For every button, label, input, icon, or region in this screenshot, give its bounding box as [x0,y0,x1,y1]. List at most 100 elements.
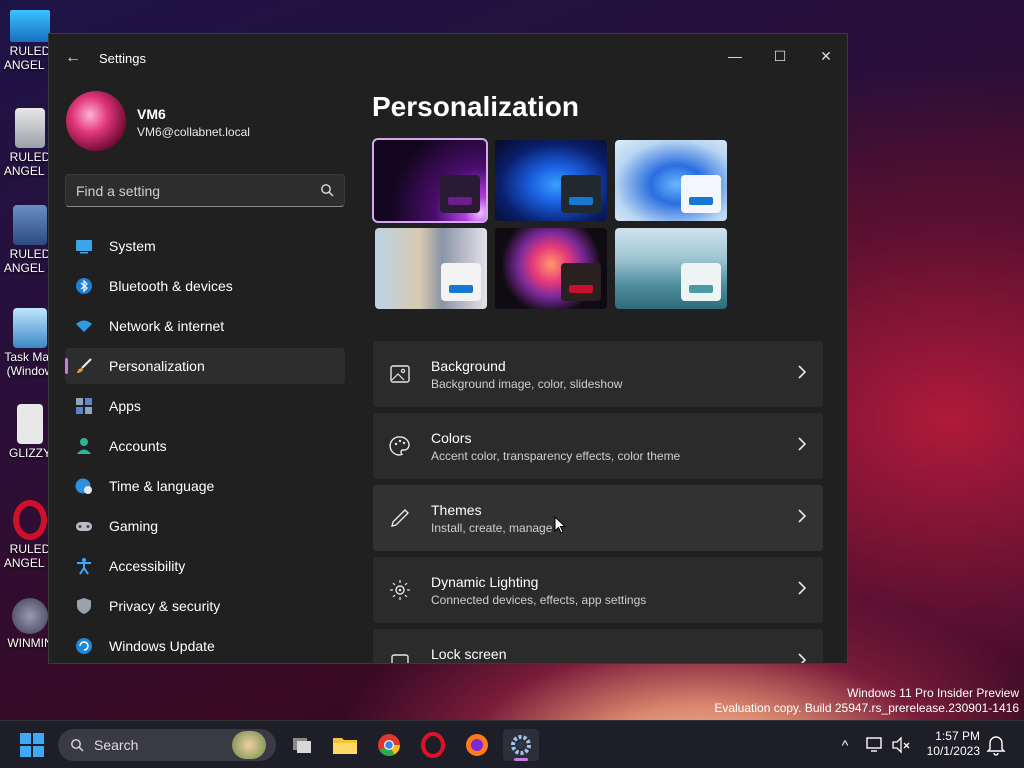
profile-name: VM6 [137,106,166,122]
mouse-cursor-icon [554,516,566,534]
opera-button[interactable] [415,729,451,761]
watermark-line-1: Windows 11 Pro Insider Preview [847,686,1019,700]
apps-icon [76,398,92,414]
theme-flow[interactable] [495,228,607,309]
theme-sunrise-lake[interactable] [615,228,727,309]
sidebar-item-label: Apps [109,398,141,414]
task-view-icon [293,738,311,753]
theme-preview-window [561,175,601,213]
sidebar-item-label: Network & internet [109,318,225,334]
opera-icon [13,500,47,540]
sidebar-item-label: Accounts [109,438,167,454]
theme-preview-window [681,263,721,301]
theme-accent-bar [569,285,593,293]
taskbar: Search ^ 1:57 PM 10/1/2023 [0,720,1024,768]
sidebar-item-windows-update[interactable]: Windows Update [65,628,345,663]
mine-icon [12,598,48,634]
firefox-button[interactable] [459,729,495,761]
volume-muted-icon[interactable] [890,733,914,757]
clock-time: 1:57 PM [935,729,980,743]
accessibility-icon [77,558,91,575]
find-setting-box[interactable] [65,174,345,207]
lock-screen-card[interactable]: Lock screen [373,629,823,663]
shield-icon [77,598,91,614]
notification-bell-icon[interactable] [984,733,1008,757]
settings-button[interactable] [503,729,539,761]
task-view-button[interactable] [284,729,320,761]
monitor-icon [10,10,50,42]
sidebar-item-privacy[interactable]: Privacy & security [65,588,345,624]
theme-bloom-dark[interactable] [495,140,607,221]
close-button[interactable]: ✕ [806,42,846,70]
sidebar-item-label: Gaming [109,518,159,534]
palette-icon [389,436,410,456]
find-setting-input[interactable] [76,182,311,200]
gamepad-icon [76,522,92,531]
sidebar-item-label: Privacy & security [109,598,221,614]
virtualbox-icon [13,205,47,245]
card-title: Background [431,358,506,374]
settings-window: ← Settings — ☐ ✕ VM6 VM6@collabnet.local… [48,33,848,664]
firefox-icon [466,734,488,756]
watermark-line-2: Evaluation copy. Build 25947.rs_prerelea… [714,701,1019,715]
sidebar-item-bluetooth[interactable]: Bluetooth & devices [65,268,345,304]
theme-accent-bar [569,197,593,205]
pen-icon [391,509,409,527]
colors-card[interactable]: Colors Accent color, transparency effect… [373,413,823,479]
sidebar-item-network[interactable]: Network & internet [65,308,345,344]
wifi-icon [76,320,92,332]
theme-bloom-light[interactable] [615,140,727,221]
clock-date: 10/1/2023 [926,744,980,758]
active-indicator [514,758,528,761]
avatar[interactable] [66,91,126,151]
start-button[interactable] [14,729,50,761]
chevron-right-icon [798,581,807,595]
sidebar-item-personalization[interactable]: Personalization [65,348,345,384]
theme-glow-purple[interactable] [372,138,488,223]
opera-icon [421,732,445,758]
themes-card[interactable]: Themes Install, create, manage [373,485,823,551]
search-icon[interactable] [320,183,334,197]
theme-captured-motion[interactable] [375,228,487,309]
back-button[interactable]: ← [63,48,83,68]
background-card[interactable]: Background Background image, color, slid… [373,341,823,407]
maximize-button[interactable]: ☐ [760,42,800,70]
file-explorer-icon [333,738,357,754]
lighting-icon [390,580,410,600]
chrome-button[interactable] [371,729,407,761]
chevron-right-icon [798,509,807,523]
sidebar-item-label: Windows Update [109,638,215,654]
settings-icon [511,735,531,755]
card-subtitle: Install, create, manage [431,521,553,535]
sidebar-item-time-language[interactable]: Time & language [65,468,345,504]
card-title: Themes [431,502,482,518]
theme-preview-window [561,263,601,301]
globe-clock-icon [75,478,92,494]
theme-accent-bar [449,285,473,293]
window-title: Settings [99,51,146,66]
sidebar-item-gaming[interactable]: Gaming [65,508,345,544]
image-icon [390,365,410,383]
bluetooth-icon [76,278,92,294]
file-explorer-button[interactable] [327,729,363,761]
theme-accent-bar [448,197,472,205]
minimize-button[interactable]: — [715,42,755,70]
network-icon[interactable] [864,733,888,757]
taskbar-search-label: Search [94,737,139,753]
accounts-icon [77,438,91,454]
title-bar[interactable]: ← Settings — ☐ ✕ [49,34,847,82]
dynamic-lighting-card[interactable]: Dynamic Lighting Connected devices, effe… [373,557,823,623]
system-clock[interactable]: 1:57 PM 10/1/2023 [927,729,980,759]
tray-chevron-up-icon[interactable]: ^ [833,733,857,757]
theme-accent-bar [689,197,713,205]
sidebar-item-system[interactable]: System [65,228,345,264]
card-subtitle: Accent color, transparency effects, colo… [431,449,681,463]
sidebar-item-accounts[interactable]: Accounts [65,428,345,464]
taskbar-search[interactable]: Search [58,729,276,761]
theme-preview-window [440,175,480,213]
system-icon [76,240,92,254]
sidebar-item-apps[interactable]: Apps [65,388,345,424]
theme-accent-bar [689,285,713,293]
card-subtitle: Connected devices, effects, app settings [431,593,647,607]
sidebar-item-accessibility[interactable]: Accessibility [65,548,345,584]
